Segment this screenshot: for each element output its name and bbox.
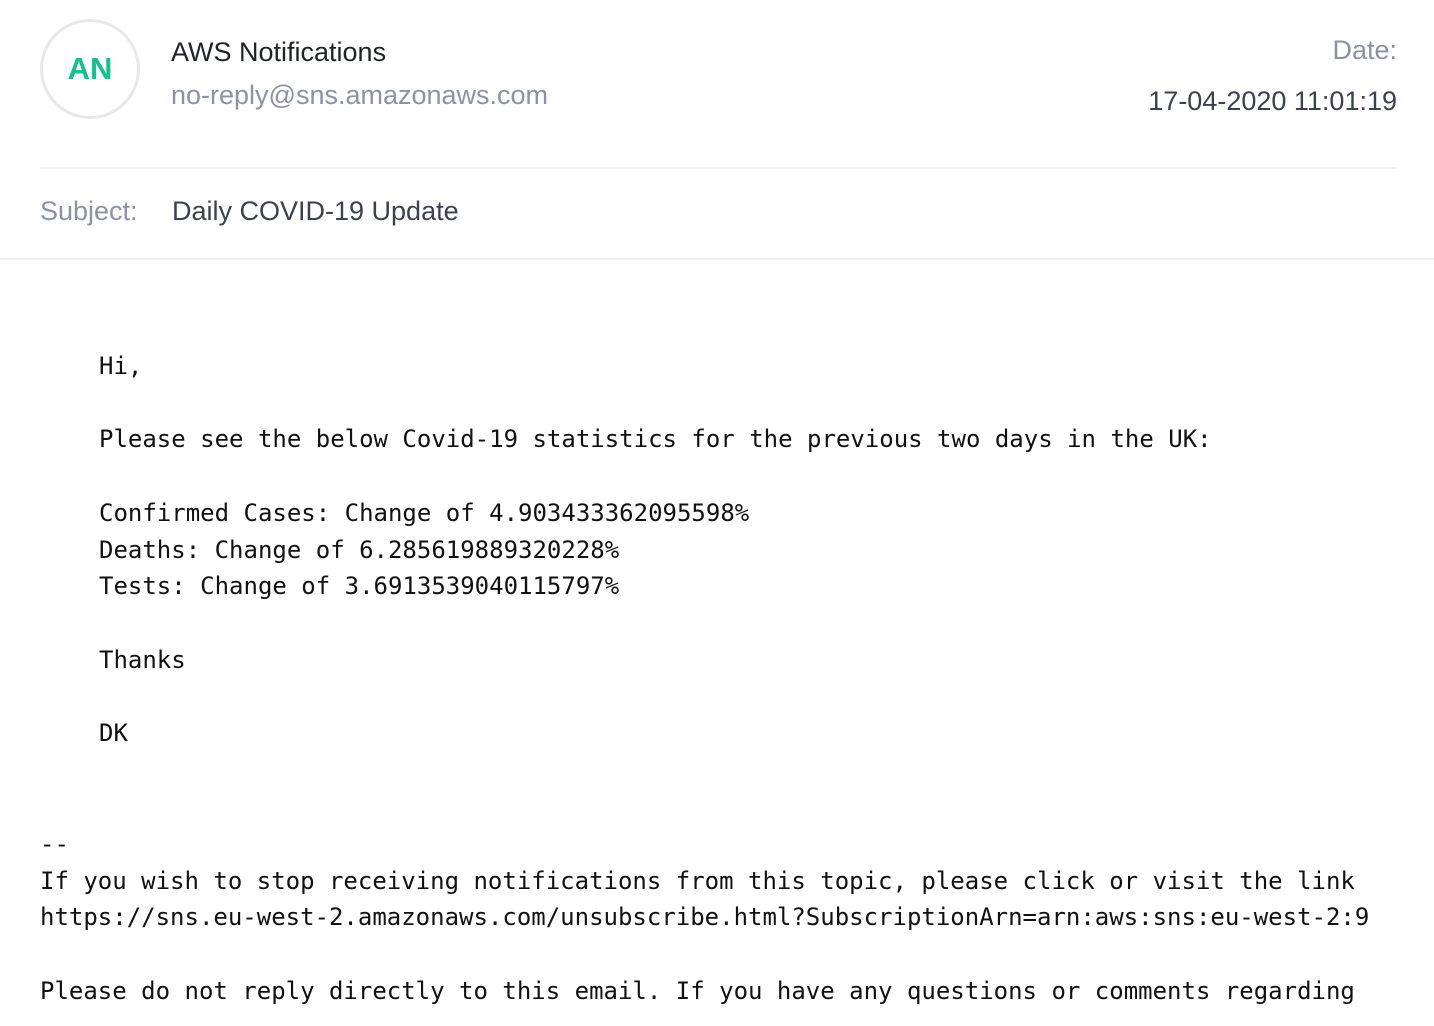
stat-confirmed-cases: Confirmed Cases: Change of 4.90343336209… [99,499,750,527]
footer-separator: -- [40,830,69,858]
intro-line: Please see the below Covid-19 statistics… [99,425,1212,453]
avatar-initials: AN [67,51,113,86]
thanks-line: Thanks [99,646,186,674]
date-value: 17-04-2020 11:01:19 [1148,86,1397,116]
header-divider [40,167,1397,169]
avatar: AN [40,19,140,119]
no-reply-notice: Please do not reply directly to this ema… [40,977,1355,1005]
sender-name: AWS Notifications [171,37,387,67]
date-label: Date: [1332,35,1397,65]
stat-deaths: Deaths: Change of 6.285619889320228% [99,536,620,564]
sender-email[interactable]: no-reply@sns.amazonaws.com [171,80,548,111]
greeting-line: Hi, [99,352,143,380]
unsubscribe-link[interactable]: https://sns.eu-west-2.amazonaws.com/unsu… [40,903,1369,931]
stat-tests: Tests: Change of 3.6913539040115797% [99,572,620,600]
subject-value: Daily COVID-19 Update [172,196,459,226]
unsubscribe-text: If you wish to stop receiving notificati… [40,867,1355,895]
email-header: AN AWS Notifications no-reply@sns.amazon… [0,0,1434,260]
subject-label: Subject: [40,196,138,226]
signature-line: DK [99,719,128,747]
